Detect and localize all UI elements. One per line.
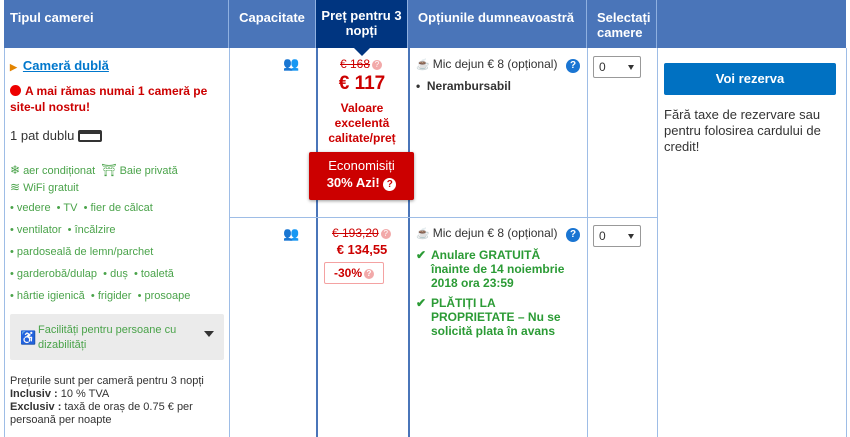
- two-persons-icon: 👥: [283, 56, 299, 71]
- facility-item: fier de călcat: [90, 202, 153, 214]
- inclusive-label: Inclusiv :: [10, 388, 58, 400]
- facility-item: încălzire: [74, 224, 116, 236]
- reserve-button[interactable]: Voi rezerva: [664, 63, 836, 95]
- divider: [846, 48, 847, 437]
- breakfast-option: ☕ Mic dejun € 8 (opțional): [416, 57, 558, 71]
- wifi-icon: ≋: [10, 180, 21, 194]
- savings-percent: 30% Azi!: [326, 175, 380, 190]
- checkmark-icon: ✔: [416, 248, 427, 262]
- chevron-down-icon: [204, 331, 214, 337]
- old-price: € 168?: [340, 57, 383, 71]
- savings-badge: Economisiți 30% Azi! ?: [309, 152, 414, 200]
- facility-item: duș: [110, 268, 128, 280]
- divider: [587, 48, 588, 437]
- old-price: € 193,20?: [332, 226, 391, 240]
- header-options: Opțiunile dumneavoastră: [408, 0, 587, 48]
- header-capacity: Capacitate: [229, 0, 316, 48]
- header-select-rooms: Selectați camere: [587, 0, 657, 48]
- question-icon[interactable]: ?: [383, 178, 397, 191]
- two-persons-icon: 👥: [283, 226, 299, 241]
- info-icon[interactable]: ?: [364, 269, 374, 279]
- inclusive-value: 10 % TVA: [57, 388, 110, 400]
- divider: [657, 48, 658, 437]
- room-name-link[interactable]: ▶ Cameră dublă: [10, 58, 109, 73]
- info-icon[interactable]: ?: [372, 60, 383, 70]
- notes-line: Prețurile sunt per cameră pentru 3 nopți: [10, 375, 204, 387]
- chevron-down-icon: [628, 65, 634, 70]
- no-fee-notice: Fără taxe de rezervare sau pentru folosi…: [664, 107, 821, 154]
- header-room-type: Tipul camerei: [4, 0, 229, 48]
- checkmark-icon: ✔: [416, 296, 427, 310]
- exclusive-label: Exclusiv :: [10, 401, 62, 413]
- facility-wifi: WiFi gratuit: [23, 182, 79, 194]
- facility-item: TV: [63, 202, 78, 214]
- breakfast-option: ☕ Mic dejun € 8 (opțional): [416, 226, 558, 240]
- facility-item: ventilator: [16, 224, 62, 236]
- snowflake-icon: ❄: [10, 163, 21, 177]
- shower-icon: ⛩: [101, 163, 117, 177]
- room-quantity-select[interactable]: 0: [593, 56, 641, 78]
- pay-at-property: ✔ PLĂTIȚI LA PROPRIETATE – Nu se solicită…: [416, 296, 561, 338]
- divider: [4, 48, 5, 437]
- facility-item: prosoape: [144, 290, 191, 302]
- help-icon[interactable]: ?: [566, 228, 580, 242]
- savings-label: Economisiți: [328, 158, 395, 173]
- header-price: Preț pentru 3 nopți: [316, 0, 408, 56]
- coffee-cup-icon: ☕: [416, 59, 430, 71]
- value-badge-text: Valoare excelentă calitate/preț: [328, 101, 396, 145]
- scarcity-warning: A mai rămas numai 1 cameră pe site-ul no…: [10, 84, 208, 114]
- wheelchair-icon: ♿: [20, 330, 37, 345]
- facility-item: pardoseală de lemn/parchet: [16, 246, 154, 258]
- info-icon[interactable]: ?: [380, 229, 391, 239]
- free-cancellation: ✔ Anulare GRATUITĂ înainte de 14 noiembri…: [416, 248, 565, 290]
- bed-info: 1 pat dublu: [10, 128, 103, 143]
- alert-dot-icon: [10, 85, 21, 96]
- facility-item: garderobă/dulap: [16, 268, 98, 280]
- facility-bath: Baie privată: [119, 165, 178, 177]
- divider: [408, 48, 410, 437]
- facility-item: frigider: [97, 290, 132, 302]
- non-refundable-label: • Nerambursabil: [416, 79, 511, 93]
- chevron-down-icon: [628, 234, 634, 239]
- arrow-right-icon: ▶: [10, 62, 17, 72]
- room-quantity-select[interactable]: 0: [593, 225, 641, 247]
- current-price: € 134,55: [336, 242, 388, 257]
- current-price: € 117: [338, 73, 386, 94]
- facility-item: hârtie igienică: [16, 290, 85, 302]
- help-icon[interactable]: ?: [566, 59, 580, 73]
- accessibility-label: Facilități pentru persoane cu dizabilită…: [38, 324, 177, 351]
- bed-icon: [78, 130, 103, 142]
- facilities-list: ❄ aer condiționat ⛩ Baie privată ≋ WiFi gra…: [10, 163, 191, 302]
- coffee-cup-icon: ☕: [416, 228, 430, 240]
- divider: [229, 217, 657, 218]
- room-table: Tipul camerei Capacitate Preț pentru 3 n…: [0, 0, 850, 437]
- price-notes: Prețurile sunt per cameră pentru 3 nopți…: [10, 375, 230, 427]
- facility-ac: aer condiționat: [23, 165, 96, 177]
- facility-item: vedere: [16, 202, 51, 214]
- header-empty: [657, 0, 846, 48]
- discount-badge: -30%?: [324, 262, 384, 284]
- facility-item: toaletă: [140, 268, 174, 280]
- accessibility-dropdown[interactable]: ♿ Facilități pentru persoane cu dizabili…: [10, 314, 224, 360]
